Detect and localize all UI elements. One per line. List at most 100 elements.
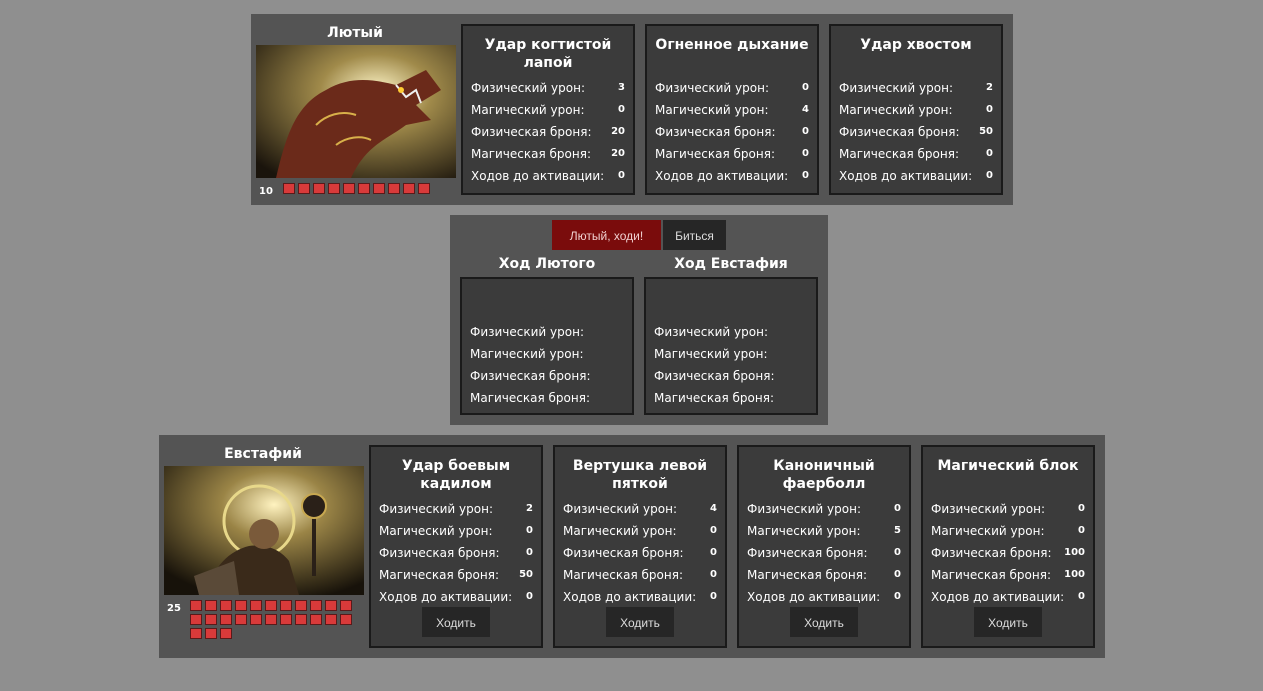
cooldown-label: Ходов до активации: [747,590,881,604]
hp-cell [388,183,400,194]
hp-cell [190,614,202,625]
enemy-ability-card-1: Удар когтистой лапой Физический урон: 3 М… [461,24,635,195]
hp-cell [298,183,310,194]
mag-armor-value: 20 [611,148,625,159]
mag-dmg-value: 4 [802,104,809,115]
phys-dmg-label: Физический урон: [655,81,769,95]
ability-title: Огненное дыхание [655,37,809,53]
phys-armor-label: Физическая броня: [471,125,592,139]
cooldown-label: Ходов до активации: [655,169,789,183]
mag-dmg-value: 0 [526,525,533,536]
mag-dmg-label: Магический урон: [379,524,493,538]
mag-dmg-label: Магический урон: [471,103,585,117]
hp-cell [325,614,337,625]
phys-armor-label: Физическая броня: [839,125,960,139]
hp-cell [205,628,217,639]
hero-portrait [164,466,364,595]
mag-dmg-value: 5 [894,525,901,536]
ability-title: Магический блок [937,458,1079,474]
phys-dmg-label: Физический урон: [654,325,768,339]
mag-dmg-label: Магический урон: [654,347,768,361]
phys-dmg-value: 2 [986,82,993,93]
walk-button[interactable]: Ходить [790,607,858,637]
cooldown-label: Ходов до активации: [839,169,973,183]
phys-armor-label: Физическая броня: [655,125,776,139]
phys-armor-label: Физическая броня: [470,369,591,383]
mag-armor-value: 0 [986,148,993,159]
hp-cell [235,600,247,611]
cooldown-label: Ходов до активации: [379,590,513,604]
hp-cell [220,600,232,611]
phys-dmg-value: 0 [894,503,901,514]
ability-title: Удар боевым кадилом [401,458,511,492]
mag-armor-value: 0 [802,148,809,159]
cooldown-value: 0 [710,591,717,602]
enemy-turn-card: Физический урон: Магический урон: Физиче… [460,277,634,415]
phys-dmg-label: Физический урон: [747,502,861,516]
mag-armor-value: 0 [710,569,717,580]
cooldown-value: 0 [1078,591,1085,602]
cooldown-value: 0 [618,170,625,181]
hp-cell [280,614,292,625]
walk-button[interactable]: Ходить [422,607,490,637]
phys-armor-label: Физическая броня: [747,546,868,560]
mag-dmg-value: 0 [710,525,717,536]
phys-armor-label: Физическая броня: [931,546,1052,560]
phys-dmg-label: Физический урон: [931,502,1045,516]
phys-dmg-value: 2 [526,503,533,514]
phys-armor-value: 50 [979,126,993,137]
mag-dmg-label: Магический урон: [839,103,953,117]
ability-title: Удар когтистой лапой [484,37,612,71]
mag-armor-label: Магическая броня: [747,568,867,582]
cooldown-label: Ходов до активации: [563,590,697,604]
phys-armor-label: Физическая броня: [563,546,684,560]
mag-armor-value: 0 [894,569,901,580]
hero-hp-value: 25 [167,603,181,614]
hp-cell [358,183,370,194]
phys-armor-value: 100 [1064,547,1085,558]
hp-cell [205,614,217,625]
phys-armor-value: 0 [710,547,717,558]
mag-dmg-value: 0 [986,104,993,115]
mag-armor-value: 50 [519,569,533,580]
mag-dmg-value: 0 [618,104,625,115]
hero-hp-bar [190,600,355,639]
fight-button[interactable]: Биться [663,220,726,250]
mag-armor-label: Магическая броня: [470,391,590,405]
cooldown-value: 0 [894,591,901,602]
hero-turn-card: Физический урон: Магический урон: Физиче… [644,277,818,415]
enemy-turn-title: Ход Лютого [498,256,596,272]
hp-cell [343,183,355,194]
mag-dmg-value: 0 [1078,525,1085,536]
phys-dmg-value: 0 [802,82,809,93]
mag-armor-label: Магическая броня: [931,568,1051,582]
hp-cell [220,628,232,639]
phys-dmg-label: Физический урон: [470,325,584,339]
hp-cell [373,183,385,194]
enemy-turn-button[interactable]: Лютый, ходи! [552,220,661,250]
mag-armor-label: Магическая броня: [471,147,591,161]
enemy-portrait [256,45,456,178]
hero-ability-card-1: Удар боевым кадилом Физический урон: 2 Ма… [369,445,543,648]
ability-title: Вертушка левой пяткой [572,458,708,492]
phys-dmg-label: Физический урон: [563,502,677,516]
hp-cell [310,614,322,625]
hp-cell [280,600,292,611]
mag-armor-label: Магическая броня: [654,391,774,405]
mag-armor-label: Магическая броня: [563,568,683,582]
hero-panel: Евстафий 25 Удар боевым кадилом Физическ… [159,435,1105,658]
cooldown-label: Ходов до активации: [471,169,605,183]
mag-dmg-label: Магический урон: [655,103,769,117]
phys-armor-value: 0 [802,126,809,137]
hp-cell [190,628,202,639]
hero-ability-card-3: Каноничный фаерболл Физический урон: 0 Ма… [737,445,911,648]
hp-cell [325,600,337,611]
hp-cell [265,600,277,611]
walk-button[interactable]: Ходить [606,607,674,637]
cooldown-value: 0 [986,170,993,181]
mag-dmg-label: Магический урон: [931,524,1045,538]
hp-cell [295,614,307,625]
walk-button[interactable]: Ходить [974,607,1042,637]
hp-cell [265,614,277,625]
mag-armor-label: Магическая броня: [655,147,775,161]
